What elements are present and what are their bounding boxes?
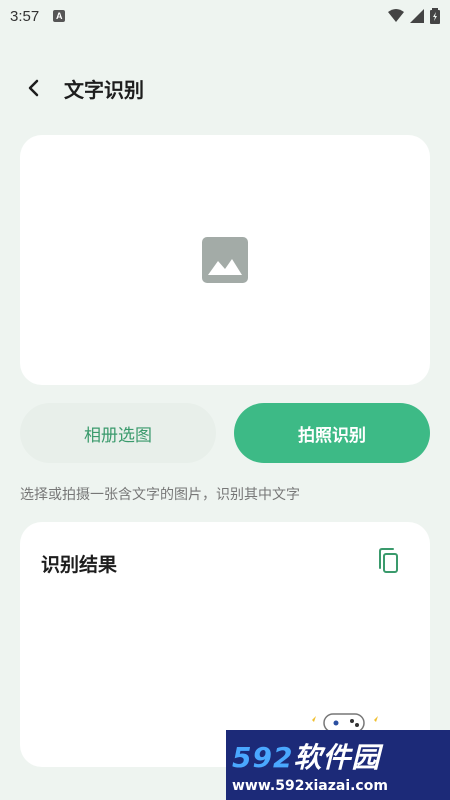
watermark-url: www.592xiazai.com [232,778,388,794]
status-time: 3:57 [10,7,40,25]
signal-icon [410,9,424,23]
copy-button[interactable] [376,548,404,576]
album-select-button[interactable]: 相册选图 [20,403,216,463]
app-header: 文字识别 [0,64,450,112]
camera-recognize-button[interactable]: 拍照识别 [234,403,430,463]
watermark-logo: 592软件园 [232,736,450,776]
back-button[interactable] [14,68,54,108]
action-buttons: 相册选图 拍照识别 [20,403,430,463]
watermark: 592软件园 www.592xiazai.com [226,730,450,800]
status-icons [388,8,440,24]
result-title: 识别结果 [41,554,118,576]
back-arrow-icon [28,79,39,97]
page-title: 文字识别 [64,77,144,102]
watermark-brand: 软件园 [293,741,381,774]
hint-text: 选择或拍摄一张含文字的图片，识别其中文字 [20,487,300,503]
copy-icon [379,548,398,573]
wifi-icon [388,9,404,22]
watermark-number: 592 [232,741,294,774]
battery-icon [430,8,440,24]
notification-icon: A [53,10,66,22]
status-bar: 3:57 A [0,0,450,32]
image-placeholder-icon [202,237,248,283]
image-picker-card[interactable] [20,135,430,385]
